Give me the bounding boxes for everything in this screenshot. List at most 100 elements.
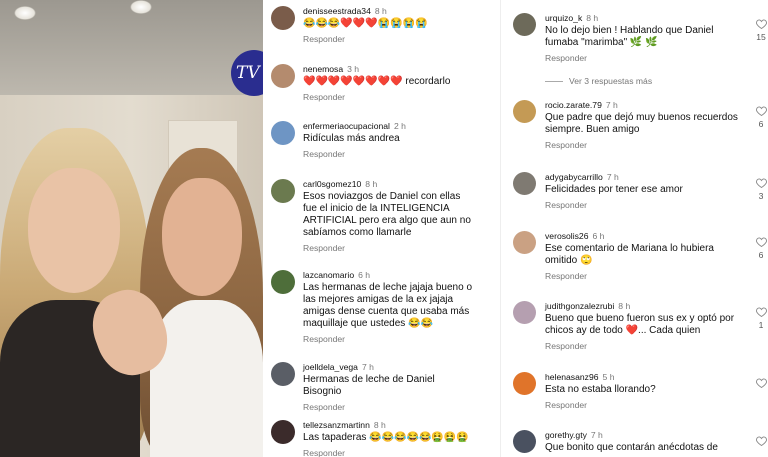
comment-body: helenasanz96 5 h Esta no estaba llorando? R… <box>545 372 746 410</box>
comment-header: enfermeriaocupacional 2 h <box>303 121 472 131</box>
avatar[interactable] <box>271 270 295 294</box>
reply-button[interactable]: Responder <box>545 200 746 210</box>
reply-button[interactable]: Responder <box>303 243 472 253</box>
comment-body: denisseestrada34 8 h 😂😂😂❤️❤️❤️😭😭😭😭 Responde… <box>303 6 472 44</box>
avatar[interactable] <box>513 13 536 36</box>
reply-button[interactable]: Responder <box>303 402 472 412</box>
username-link[interactable]: nenemosa <box>303 64 343 74</box>
reply-button[interactable]: Responder <box>303 334 472 344</box>
like-button[interactable]: 6 <box>754 106 768 129</box>
like-count: 3 <box>758 191 764 201</box>
comment-body: lazcanomario 6 h Las hermanas de leche jaj… <box>303 270 472 344</box>
comment-text: Que bonito que contarán anécdotas de <box>545 442 718 453</box>
avatar[interactable] <box>271 179 295 203</box>
username-link[interactable]: rocio.zarate.79 <box>545 100 602 110</box>
username-link[interactable]: adygabycarrillo <box>545 172 603 182</box>
reply-button[interactable]: Responder <box>303 448 472 457</box>
comment-body: gorethy.gty 7 h Que bonito que contarán an… <box>545 430 746 454</box>
view-more-replies[interactable]: Ver 3 respuestas más <box>545 76 652 86</box>
comment-header: gorethy.gty 7 h <box>545 430 746 440</box>
reply-button[interactable]: Responder <box>545 400 746 410</box>
comment-header: joelldela_vega 7 h <box>303 362 472 372</box>
like-count: 1 <box>758 320 764 330</box>
username-link[interactable]: judithgonzalezrubi <box>545 301 614 311</box>
ceiling <box>0 0 263 95</box>
comments-column-middle[interactable]: denisseestrada34 8 h 😂😂😂❤️❤️❤️😭😭😭😭 Responde… <box>263 0 500 457</box>
heart-icon[interactable] <box>754 237 768 247</box>
comment-header: judithgonzalezrubi 8 h <box>545 301 746 311</box>
avatar[interactable] <box>271 64 295 88</box>
heart-icon[interactable] <box>754 378 768 388</box>
avatar[interactable] <box>271 362 295 386</box>
avatar[interactable] <box>513 430 536 453</box>
username-link[interactable]: verosolis26 <box>545 231 588 241</box>
comment-time: 2 h <box>393 121 406 131</box>
comment-header: verosolis26 6 h <box>545 231 746 241</box>
comment-text: Esos noviazgos de Daniel con ellas fue e… <box>303 191 471 238</box>
username-link[interactable]: urquizo_k <box>545 13 582 23</box>
avatar[interactable] <box>271 420 295 444</box>
like-count: 6 <box>758 119 764 129</box>
avatar[interactable] <box>271 6 295 30</box>
like-button[interactable]: 1 <box>754 307 768 330</box>
comment-body: joelldela_vega 7 h Hermanas de leche de Da… <box>303 362 472 412</box>
video-frame[interactable] <box>0 0 263 457</box>
reply-button[interactable]: Responder <box>545 341 746 351</box>
username-link[interactable]: lazcanomario <box>303 270 354 280</box>
comment-text: Esta no estaba llorando? <box>545 384 656 395</box>
comment-header: denisseestrada34 8 h <box>303 6 472 16</box>
comment-time: 5 h <box>602 372 615 382</box>
heart-icon[interactable] <box>754 178 768 188</box>
username-link[interactable]: gorethy.gty <box>545 430 587 440</box>
username-link[interactable]: carl0sgomez10 <box>303 179 361 189</box>
comment-body: carl0sgomez10 8 h Esos noviazgos de Daniel… <box>303 179 472 253</box>
avatar[interactable] <box>513 100 536 123</box>
ceiling-light <box>130 0 152 14</box>
ceiling-light <box>14 6 36 20</box>
username-link[interactable]: enfermeriaocupacional <box>303 121 390 131</box>
avatar[interactable] <box>513 231 536 254</box>
username-link[interactable]: joelldela_vega <box>303 362 358 372</box>
avatar[interactable] <box>513 172 536 195</box>
comment-time: 6 h <box>358 270 371 280</box>
avatar[interactable] <box>513 301 536 324</box>
reply-button[interactable]: Responder <box>303 92 472 102</box>
username-link[interactable]: helenasanz96 <box>545 372 599 382</box>
comment-text: Las tapaderas 😂😂😂😂😂🤮🤮🤮 <box>303 432 469 443</box>
reply-button[interactable]: Responder <box>303 149 472 159</box>
comment-header: carl0sgomez10 8 h <box>303 179 472 189</box>
like-button[interactable] <box>754 436 768 446</box>
comment-time: 7 h <box>605 100 618 110</box>
view-more-replies-label[interactable]: Ver 3 respuestas más <box>569 76 652 86</box>
reply-button[interactable]: Responder <box>303 34 472 44</box>
comment-time: 8 h <box>373 420 386 430</box>
like-button[interactable]: 6 <box>754 237 768 260</box>
username-link[interactable]: denisseestrada34 <box>303 6 371 16</box>
heart-icon[interactable] <box>754 307 768 317</box>
heart-icon[interactable] <box>754 106 768 116</box>
like-button[interactable]: 3 <box>754 178 768 201</box>
comment-body: urquizo_k 8 h No lo dejo bien ! Hablando q… <box>545 13 746 63</box>
comment-text: Las hermanas de leche jajaja bueno o las… <box>303 282 473 329</box>
comments-column-right[interactable]: Ver 3 respuestas más urquizo_k 8 h No lo d… <box>500 0 768 457</box>
comment-time: 3 h <box>347 64 360 74</box>
like-button[interactable]: 15 <box>754 19 768 42</box>
comment-text: 😂😂😂❤️❤️❤️😭😭😭😭 <box>303 18 428 29</box>
heart-icon[interactable] <box>754 19 768 29</box>
comment-time: 7 h <box>361 362 374 372</box>
avatar[interactable] <box>271 121 295 145</box>
reply-button[interactable]: Responder <box>545 271 746 281</box>
reply-button[interactable]: Responder <box>545 53 746 63</box>
comment-time: 8 h <box>365 179 378 189</box>
comment-header: lazcanomario 6 h <box>303 270 472 280</box>
reply-button[interactable]: Responder <box>545 140 746 150</box>
avatar[interactable] <box>513 372 536 395</box>
comment-header: urquizo_k 8 h <box>545 13 746 23</box>
like-button[interactable] <box>754 378 768 388</box>
comment-body: enfermeriaocupacional 2 h Ridículas más an… <box>303 121 472 159</box>
username-link[interactable]: tellezsanzmartinn <box>303 420 370 430</box>
heart-icon[interactable] <box>754 436 768 446</box>
comment-body: nenemosa 3 h ❤️❤️❤️❤️❤️❤️❤️❤️ recordarlo Re… <box>303 64 472 102</box>
comment-body: verosolis26 6 h Ese comentario de Mariana … <box>545 231 746 281</box>
tv-logo-text: TV <box>236 63 260 83</box>
